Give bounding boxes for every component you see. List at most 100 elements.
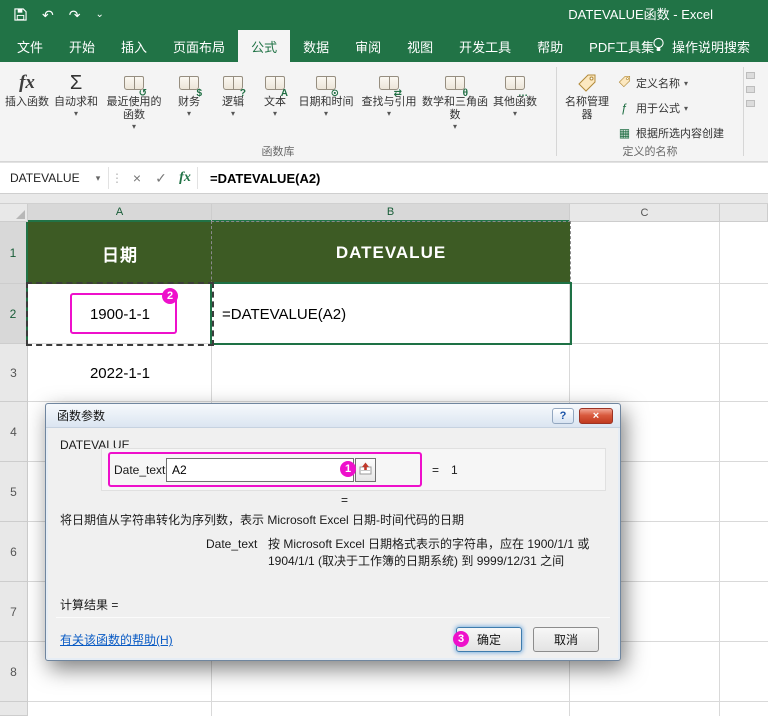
tab-review[interactable]: 审阅	[342, 30, 394, 62]
dialog-close-button[interactable]: ×	[579, 407, 613, 424]
cancel-button[interactable]: 取消	[533, 627, 599, 652]
param-equals: =	[432, 463, 440, 477]
tab-home[interactable]: 开始	[56, 30, 108, 62]
ribbon-clipped-group	[744, 62, 755, 161]
row-header-7[interactable]: 7	[0, 582, 28, 642]
row-header-6[interactable]: 6	[0, 522, 28, 582]
row-header-9[interactable]	[0, 702, 28, 716]
name-box[interactable]: DATEVALUE	[0, 163, 88, 193]
step-badge-1: 1	[340, 461, 356, 477]
row-header-5[interactable]: 5	[0, 462, 28, 522]
param-input-date-text[interactable]	[166, 458, 354, 482]
column-header-b[interactable]: B	[212, 204, 570, 222]
tab-insert[interactable]: 插入	[108, 30, 160, 62]
financial-button[interactable]: $ 财务 ▾	[166, 65, 212, 143]
use-in-formula-button[interactable]: ƒ 用于公式 ▾	[613, 97, 728, 119]
cancel-entry-button[interactable]: ×	[125, 163, 149, 193]
range-selector-button[interactable]	[355, 458, 376, 482]
save-icon[interactable]	[14, 7, 27, 23]
tab-developer[interactable]: 开发工具	[446, 30, 524, 62]
dropdown-arrow-icon: ▾	[386, 109, 391, 118]
dropdown-arrow-icon: ▾	[73, 109, 78, 118]
cell-b2[interactable]: =DATEVALUE(A2)	[212, 284, 570, 344]
row-header-3[interactable]: 3	[0, 344, 28, 402]
group-label-defined-names: 定义的名称	[622, 146, 678, 158]
clipped-button[interactable]	[746, 72, 755, 79]
insert-function-button[interactable]: fx 插入函数	[4, 65, 50, 143]
tell-me-search[interactable]: 操作说明搜索	[652, 30, 750, 62]
defined-names-group: 名称管理器 定义名称 ▾ ƒ 用于公式 ▾ ▦ 根据所选内容创建 定义的名称	[557, 62, 743, 161]
column-header-a[interactable]: A	[28, 204, 212, 222]
enter-entry-button[interactable]: ✓	[149, 163, 173, 193]
more-functions-button[interactable]: … 其他函数 ▾	[488, 65, 542, 143]
dropdown-arrow-icon: ▾	[684, 78, 689, 88]
dropdown-arrow-icon: ▾	[512, 109, 517, 118]
row-header-2[interactable]: 2	[0, 284, 28, 344]
dialog-help-button[interactable]: ?	[552, 407, 574, 424]
function-help-link[interactable]: 有关该函数的帮助(H)	[60, 631, 173, 648]
name-box-dropdown-icon[interactable]: ▾	[88, 163, 108, 193]
formula-result-equals: =	[341, 493, 349, 507]
insert-function-fx-button[interactable]: fx	[173, 163, 197, 193]
parameter-help: Date_text 按 Microsoft Excel 日期格式表示的字符串，应…	[206, 536, 616, 570]
text-icon: A	[265, 70, 288, 99]
clipped-button[interactable]	[746, 100, 755, 107]
formula-bar-handle[interactable]: ⋮	[109, 163, 125, 193]
create-from-selection-button[interactable]: ▦ 根据所选内容创建	[613, 122, 728, 144]
row-header-8[interactable]: 8	[0, 642, 28, 702]
row-header-1[interactable]: 1	[0, 222, 28, 284]
lookup-reference-icon: ⇄	[379, 70, 402, 99]
date-time-button[interactable]: ⊙ 日期和时间 ▾	[296, 65, 356, 143]
search-label: 操作说明搜索	[671, 39, 750, 55]
recently-used-functions-button[interactable]: ↺ 最近使用的函数 ▾	[102, 65, 166, 143]
date-time-icon: ⊙	[316, 70, 339, 99]
name-manager-icon	[577, 70, 597, 96]
clipped-button[interactable]	[746, 86, 755, 93]
quick-access-toolbar: ↶ ↷ ⌄	[0, 7, 104, 23]
tab-page-layout[interactable]: 页面布局	[160, 30, 238, 62]
define-name-button[interactable]: 定义名称 ▾	[613, 72, 728, 94]
math-trig-icon: θ	[445, 70, 468, 99]
step-badge-3: 3	[453, 631, 469, 647]
logical-button[interactable]: ? 逻辑 ▾	[212, 65, 254, 143]
excel-window: ↶ ↷ ⌄ DATEVALUE函数 - Excel 文件 开始 插入 页面布局 …	[0, 0, 768, 716]
tab-formulas[interactable]: 公式	[238, 30, 291, 62]
dialog-title-bar[interactable]: 函数参数 ? ×	[46, 404, 620, 428]
ribbon: fx 插入函数 Σ 自动求和 ▾ ↺ 最近使用的函数 ▾ $ 财务 ▾ ? 逻辑	[0, 62, 768, 162]
autosum-icon: Σ	[69, 71, 83, 94]
parameter-help-label: Date_text	[206, 537, 258, 551]
create-from-selection-icon: ▦	[618, 126, 631, 140]
defined-names-small-buttons: 定义名称 ▾ ƒ 用于公式 ▾ ▦ 根据所选内容创建	[613, 65, 728, 144]
math-trig-button[interactable]: θ 数学和三角函数 ▾	[422, 65, 488, 143]
customize-qat-icon[interactable]: ⌄	[95, 10, 103, 20]
logical-icon: ?	[223, 70, 246, 99]
tab-data[interactable]: 数据	[290, 30, 342, 62]
param-label-date-text: Date_text	[114, 463, 166, 477]
select-all-corner[interactable]	[0, 204, 28, 222]
tab-help[interactable]: 帮助	[524, 30, 576, 62]
formula-bar-strip	[0, 194, 768, 204]
parameter-help-text: 按 Microsoft Excel 日期格式表示的字符串，应在 1900/1/1…	[268, 537, 590, 568]
cell-a1[interactable]: 日期	[28, 222, 212, 284]
lightbulb-icon	[652, 37, 665, 56]
autosum-button[interactable]: Σ 自动求和 ▾	[50, 65, 102, 143]
cell-a2[interactable]: 1900-1-1	[28, 284, 212, 344]
cell-a3[interactable]: 2022-1-1	[28, 344, 212, 402]
undo-icon[interactable]: ↶	[42, 8, 54, 22]
financial-icon: $	[179, 70, 202, 99]
tab-file[interactable]: 文件	[4, 30, 56, 62]
window-title: DATEVALUE函数 - Excel	[568, 7, 713, 22]
formula-input[interactable]: =DATEVALUE(A2)	[198, 163, 320, 193]
cell-b1[interactable]: DATEVALUE	[212, 222, 570, 284]
formula-bar: DATEVALUE ▾ ⋮ × ✓ fx =DATEVALUE(A2)	[0, 162, 768, 194]
redo-icon[interactable]: ↷	[69, 8, 81, 22]
gridline	[28, 701, 768, 702]
param-result-value: 1	[451, 463, 458, 477]
name-manager-button[interactable]: 名称管理器	[561, 65, 613, 143]
text-button[interactable]: A 文本 ▾	[254, 65, 296, 143]
column-header-d[interactable]	[720, 204, 768, 222]
row-header-4[interactable]: 4	[0, 402, 28, 462]
lookup-reference-button[interactable]: ⇄ 查找与引用 ▾	[356, 65, 422, 143]
column-header-c[interactable]: C	[570, 204, 720, 222]
tab-view[interactable]: 视图	[394, 30, 446, 62]
